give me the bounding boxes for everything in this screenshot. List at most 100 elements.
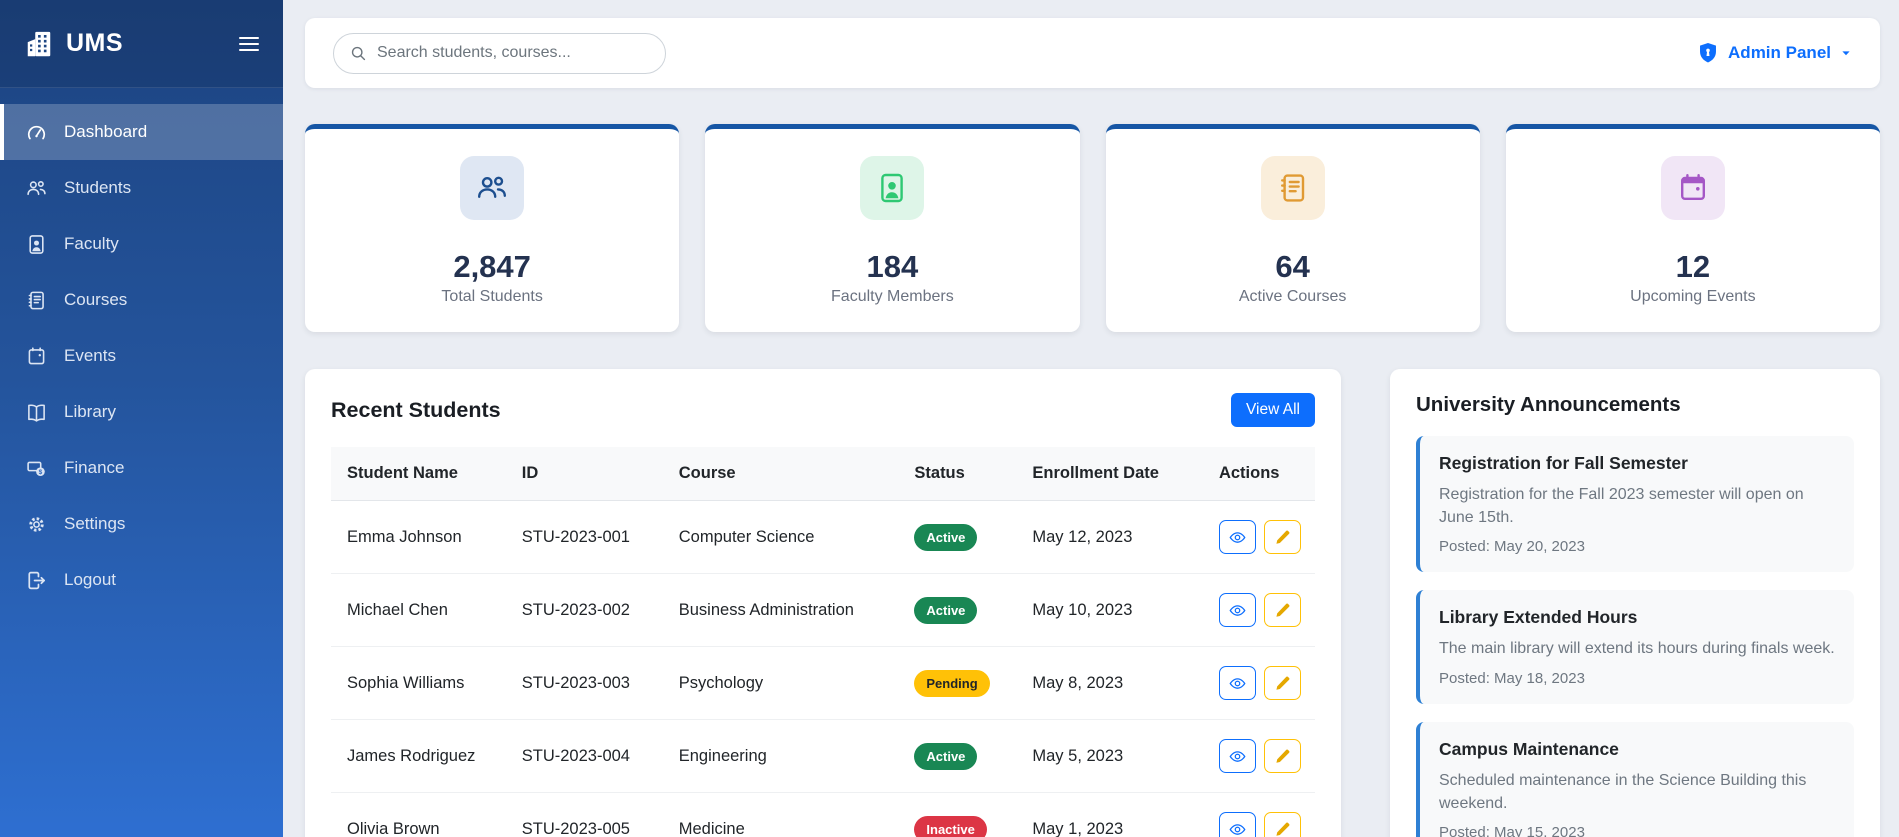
sidebar-item-courses[interactable]: Courses: [0, 272, 283, 328]
view-all-button[interactable]: View All: [1231, 393, 1315, 427]
sidebar-item-label: Students: [64, 178, 131, 198]
sidebar-item-label: Dashboard: [64, 122, 147, 142]
main-content: Admin Panel 2,847 Total Students: [283, 0, 1899, 837]
sidebar-item-label: Events: [64, 346, 116, 366]
cell-course: Medicine: [665, 793, 901, 837]
stat-label: Active Courses: [1239, 288, 1347, 306]
calendar-event-icon: [1661, 156, 1725, 220]
announcement-posted: Posted: May 18, 2023: [1439, 670, 1835, 687]
app-title: UMS: [66, 29, 123, 58]
edit-button[interactable]: [1264, 666, 1301, 700]
sidebar-item-students[interactable]: Students: [0, 160, 283, 216]
cell-enrollment-date: May 1, 2023: [1018, 793, 1205, 837]
cell-student-id: STU-2023-001: [508, 501, 665, 574]
edit-button[interactable]: [1264, 520, 1301, 554]
person-badge-icon: [26, 234, 47, 255]
announcement-posted: Posted: May 20, 2023: [1439, 538, 1835, 555]
buildings-icon: [24, 29, 54, 59]
admin-panel-dropdown[interactable]: Admin Panel: [1697, 42, 1852, 64]
table-row: Michael Chen STU-2023-002 Business Admin…: [331, 574, 1315, 647]
journal-text-icon: [26, 290, 47, 311]
column-header-id: ID: [508, 447, 665, 501]
cell-student-name: Sophia Williams: [331, 647, 508, 720]
cell-course: Computer Science: [665, 501, 901, 574]
edit-button[interactable]: [1264, 812, 1301, 837]
sidebar-item-library[interactable]: Library: [0, 384, 283, 440]
journal-text-icon: [1261, 156, 1325, 220]
announcement-title: Registration for Fall Semester: [1439, 453, 1835, 474]
column-header-course: Course: [665, 447, 901, 501]
sidebar-item-label: Settings: [64, 514, 125, 534]
announcement-card: Library Extended Hours The main library …: [1416, 590, 1854, 703]
view-button[interactable]: [1219, 812, 1256, 837]
status-badge: Active: [914, 524, 977, 551]
announcement-title: Library Extended Hours: [1439, 607, 1835, 628]
logout-icon: [26, 570, 47, 591]
stats-row: 2,847 Total Students 184 Faculty Members: [305, 124, 1880, 332]
menu-toggle-icon[interactable]: [239, 36, 259, 52]
cell-student-id: STU-2023-004: [508, 720, 665, 793]
shield-lock-icon: [1697, 42, 1719, 64]
column-header-actions: Actions: [1205, 447, 1315, 501]
announcement-body: The main library will extend its hours d…: [1439, 637, 1835, 660]
search-box: [333, 33, 666, 74]
status-badge: Active: [914, 743, 977, 770]
sidebar-item-logout[interactable]: Logout: [0, 552, 283, 608]
sidebar-item-settings[interactable]: Settings: [0, 496, 283, 552]
recent-students-panel: Recent Students View All Student Name ID…: [305, 369, 1341, 837]
stat-value: 12: [1676, 249, 1710, 285]
sidebar-item-finance[interactable]: $ Finance: [0, 440, 283, 496]
topbar: Admin Panel: [305, 18, 1880, 88]
edit-button[interactable]: [1264, 593, 1301, 627]
announcement-posted: Posted: May 15, 2023: [1439, 824, 1835, 837]
column-header-status: Status: [900, 447, 1018, 501]
table-row: Olivia Brown STU-2023-005 Medicine Inact…: [331, 793, 1315, 837]
stat-label: Total Students: [441, 288, 542, 306]
sidebar: UMS Dashboard: [0, 0, 283, 837]
column-header-enrollment-date: Enrollment Date: [1018, 447, 1205, 501]
stat-card-faculty-members: 184 Faculty Members: [705, 124, 1079, 332]
stat-value: 2,847: [453, 249, 531, 285]
view-button[interactable]: [1219, 593, 1256, 627]
sidebar-item-label: Finance: [64, 458, 124, 478]
search-input[interactable]: [377, 44, 649, 62]
person-badge-icon: [860, 156, 924, 220]
sidebar-item-label: Faculty: [64, 234, 119, 254]
view-button[interactable]: [1219, 739, 1256, 773]
stat-card-active-courses: 64 Active Courses: [1106, 124, 1480, 332]
table-header-row: Student Name ID Course Status Enrollment…: [331, 447, 1315, 501]
cell-student-name: Michael Chen: [331, 574, 508, 647]
announcements-panel: University Announcements Registration fo…: [1390, 369, 1880, 837]
announcement-title: Campus Maintenance: [1439, 739, 1835, 760]
cell-course: Engineering: [665, 720, 901, 793]
announcement-card: Registration for Fall Semester Registrat…: [1416, 436, 1854, 572]
calendar-event-icon: [26, 346, 47, 367]
sidebar-item-faculty[interactable]: Faculty: [0, 216, 283, 272]
announcements-title: University Announcements: [1416, 393, 1854, 417]
sidebar-item-dashboard[interactable]: Dashboard: [0, 104, 283, 160]
stat-value: 64: [1275, 249, 1309, 285]
view-button[interactable]: [1219, 520, 1256, 554]
students-table: Student Name ID Course Status Enrollment…: [331, 447, 1315, 837]
sidebar-item-label: Courses: [64, 290, 127, 310]
sidebar-item-label: Logout: [64, 570, 116, 590]
sidebar-item-label: Library: [64, 402, 116, 422]
svg-text:$: $: [39, 469, 43, 476]
table-row: Emma Johnson STU-2023-001 Computer Scien…: [331, 501, 1315, 574]
edit-button[interactable]: [1264, 739, 1301, 773]
cell-enrollment-date: May 8, 2023: [1018, 647, 1205, 720]
app-logo: UMS: [24, 29, 123, 59]
view-button[interactable]: [1219, 666, 1256, 700]
status-badge: Inactive: [914, 816, 986, 837]
announcement-card: Campus Maintenance Scheduled maintenance…: [1416, 722, 1854, 837]
sidebar-item-events[interactable]: Events: [0, 328, 283, 384]
speedometer-icon: [26, 122, 47, 143]
stat-value: 184: [867, 249, 919, 285]
stat-label: Faculty Members: [831, 288, 954, 306]
people-icon: [26, 178, 47, 199]
announcement-body: Registration for the Fall 2023 semester …: [1439, 483, 1835, 529]
cash-coin-icon: $: [26, 458, 47, 479]
search-icon: [350, 45, 367, 62]
status-badge: Pending: [914, 670, 989, 697]
lower-panels: Recent Students View All Student Name ID…: [305, 369, 1880, 837]
